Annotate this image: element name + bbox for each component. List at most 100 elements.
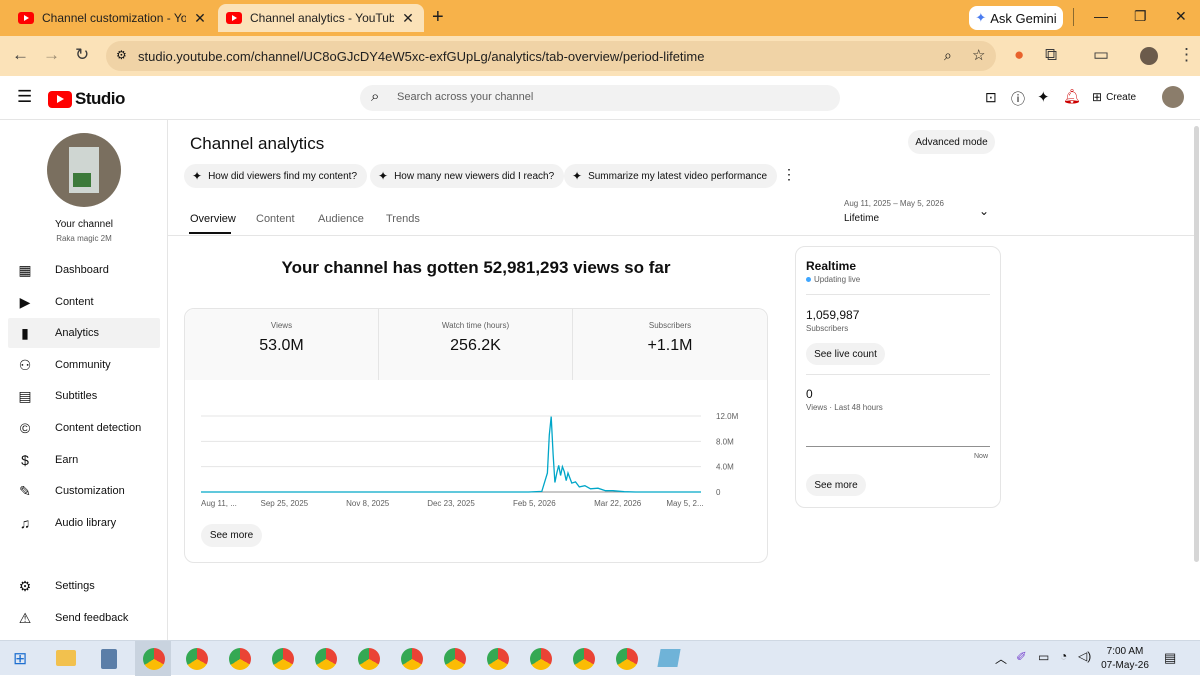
sidebar-item-content-detection[interactable]: © Content detection [8, 413, 160, 443]
tab-overview[interactable]: Overview [190, 213, 236, 225]
wifi-icon[interactable]: ◔ [1060, 649, 1067, 663]
sidebar-item-settings[interactable]: ⚙ Settings [8, 571, 160, 601]
sidebar-item-dashboard[interactable]: ▦ Dashboard [8, 255, 160, 285]
account-avatar[interactable] [1162, 86, 1184, 108]
chip-label: How did viewers find my content? [208, 170, 358, 182]
chrome-icon[interactable] [444, 648, 466, 670]
chrome-icon[interactable] [143, 648, 165, 670]
tab-audience[interactable]: Audience [318, 213, 364, 225]
close-tab-icon[interactable]: ✕ [192, 10, 208, 27]
tab-search-icon[interactable]: ▭ [1093, 45, 1109, 65]
address-bar[interactable]: ⚙ studio.youtube.com/channel/UC8oGJcDY4e… [106, 41, 996, 71]
hamburger-menu-icon[interactable]: ☰ [17, 87, 32, 107]
chevron-up-icon[interactable]: ︿ [995, 650, 1007, 667]
zoom-icon[interactable]: ⌕ [944, 47, 952, 64]
help-icon[interactable]: ⓘ [1011, 89, 1025, 109]
metric-label: Watch time (hours) [441, 321, 510, 330]
create-label: Create [1106, 91, 1137, 103]
views-line-chart[interactable]: 12.0M 8.0M 4.0M 0 Aug 11, ... Sep 25, 2025 Nov… [184, 400, 768, 520]
chrome-icon[interactable] [315, 648, 337, 670]
sidebar-item-label: Subtitles [55, 390, 98, 402]
sidebar-item-subtitles[interactable]: ▤ Subtitles [8, 381, 160, 411]
studio-logo[interactable]: Studio [48, 89, 125, 109]
new-tab-button[interactable]: + [432, 6, 444, 29]
sidebar-item-analytics[interactable]: ▮ Analytics [8, 318, 160, 348]
chrome-icon[interactable] [530, 648, 552, 670]
metric-subscribers[interactable]: Subscribers +1.1M [573, 310, 767, 380]
chrome-icon[interactable] [358, 648, 380, 670]
audio-library-icon: ♫ [19, 515, 31, 531]
bookmark-star-icon[interactable]: ☆ [972, 46, 985, 64]
sidebar-item-label: Dashboard [55, 264, 109, 276]
battery-icon[interactable]: ▭ [1038, 650, 1049, 664]
volume-icon[interactable]: ◁) [1078, 649, 1091, 663]
search-placeholder: Search across your channel [397, 91, 534, 103]
extensions-puzzle-icon[interactable]: ⧉ [1045, 45, 1057, 65]
sidebar-item-send-feedback[interactable]: ⚠ Send feedback [8, 603, 160, 633]
back-arrow-icon[interactable]: ← [12, 45, 29, 65]
close-tab-icon[interactable]: ✕ [400, 10, 416, 27]
studio-logo-text: Studio [75, 89, 125, 108]
realtime-see-more-button[interactable]: See more [806, 474, 866, 496]
metric-views[interactable]: Views 53.0M [185, 310, 378, 380]
see-live-count-button[interactable]: See live count [806, 343, 885, 365]
menu-dots-icon[interactable]: ⋮ [1178, 45, 1195, 65]
chrome-icon[interactable] [186, 648, 208, 670]
channel-avatar[interactable] [47, 133, 121, 207]
sidebar-item-community[interactable]: ⚇ Community [8, 350, 160, 380]
tab-content[interactable]: Content [256, 213, 295, 225]
sidebar-item-earn[interactable]: $ Earn [8, 445, 160, 475]
realtime-title: Realtime [806, 259, 857, 273]
chrome-icon[interactable] [573, 648, 595, 670]
sparkle-icon: ✦ [378, 169, 389, 183]
sparkle-icon[interactable]: ✦ [1037, 88, 1050, 106]
feedback-chat-icon[interactable]: ⊡ [985, 89, 997, 106]
see-more-button[interactable]: See more [201, 524, 262, 547]
tab-trends[interactable]: Trends [386, 213, 420, 225]
ask-gemini-button[interactable]: ✦ Ask Gemini [969, 6, 1063, 30]
suggestion-chip[interactable]: ✦ How did viewers find my content? [184, 164, 368, 188]
extension-fire-icon[interactable]: ● [1014, 45, 1024, 65]
notification-center-icon[interactable]: ▤ [1164, 650, 1176, 666]
advanced-mode-button[interactable]: Advanced mode [908, 130, 995, 154]
chrome-icon[interactable] [401, 648, 423, 670]
forward-arrow-icon[interactable]: → [43, 45, 60, 65]
chrome-icon[interactable] [487, 648, 509, 670]
page-scrollbar[interactable] [1194, 126, 1199, 562]
date-range-selector[interactable]: Aug 11, 2025 – May 5, 2026 Lifetime ⌄ [844, 199, 1004, 227]
profile-avatar[interactable] [1140, 47, 1158, 65]
clock[interactable]: 7:00 AM 07-May-26 [1098, 645, 1152, 673]
tab-channel-analytics[interactable]: Channel analytics - YouTube St ✕ [218, 4, 424, 32]
site-settings-icon[interactable]: ⚙ [116, 48, 127, 62]
reload-icon[interactable]: ↻ [75, 45, 89, 65]
pen-icon[interactable]: ✐ [1016, 649, 1027, 665]
sidebar-item-label: Customization [55, 485, 125, 497]
tab-title: Channel customization - YouTu [42, 11, 186, 25]
sidebar-item-customization[interactable]: ✎ Customization [8, 476, 160, 506]
views-series-line[interactable] [201, 416, 701, 493]
sidebar-item-content[interactable]: ▶ Content [8, 287, 160, 317]
ask-gemini-label: Ask Gemini [990, 10, 1057, 26]
windows-start-icon[interactable]: ⊞ [13, 649, 27, 669]
chrome-icon[interactable] [272, 648, 294, 670]
search-input[interactable]: ⌕ Search across your channel [360, 85, 840, 111]
create-button[interactable]: ⊞ Create [1092, 90, 1136, 104]
calculator-icon[interactable] [101, 649, 117, 669]
sidebar-item-label: Settings [55, 580, 95, 592]
sidebar-item-audio-library[interactable]: ♫ Audio library [8, 508, 160, 538]
url-text[interactable]: studio.youtube.com/channel/UC8oGJcDY4eW5… [138, 49, 704, 64]
close-window-icon[interactable]: ✕ [1175, 8, 1187, 25]
file-explorer-icon[interactable] [56, 650, 76, 666]
divider [168, 235, 1194, 236]
chrome-icon[interactable] [616, 648, 638, 670]
tab-channel-customization[interactable]: Channel customization - YouTu ✕ [10, 4, 216, 32]
notifications-bell-icon[interactable]: 🔔︎ [1063, 88, 1081, 105]
minimize-icon[interactable]: — [1094, 8, 1108, 24]
restore-icon[interactable]: ❐ [1134, 8, 1147, 25]
more-options-icon[interactable]: ⋮ [782, 166, 796, 183]
suggestion-chip[interactable]: ✦ Summarize my latest video performance [564, 164, 778, 188]
metric-watch-time[interactable]: Watch time (hours) 256.2K [379, 310, 572, 380]
notepad-icon[interactable] [657, 649, 681, 667]
chrome-icon[interactable] [229, 648, 251, 670]
suggestion-chip[interactable]: ✦ How many new viewers did I reach? [370, 164, 565, 188]
